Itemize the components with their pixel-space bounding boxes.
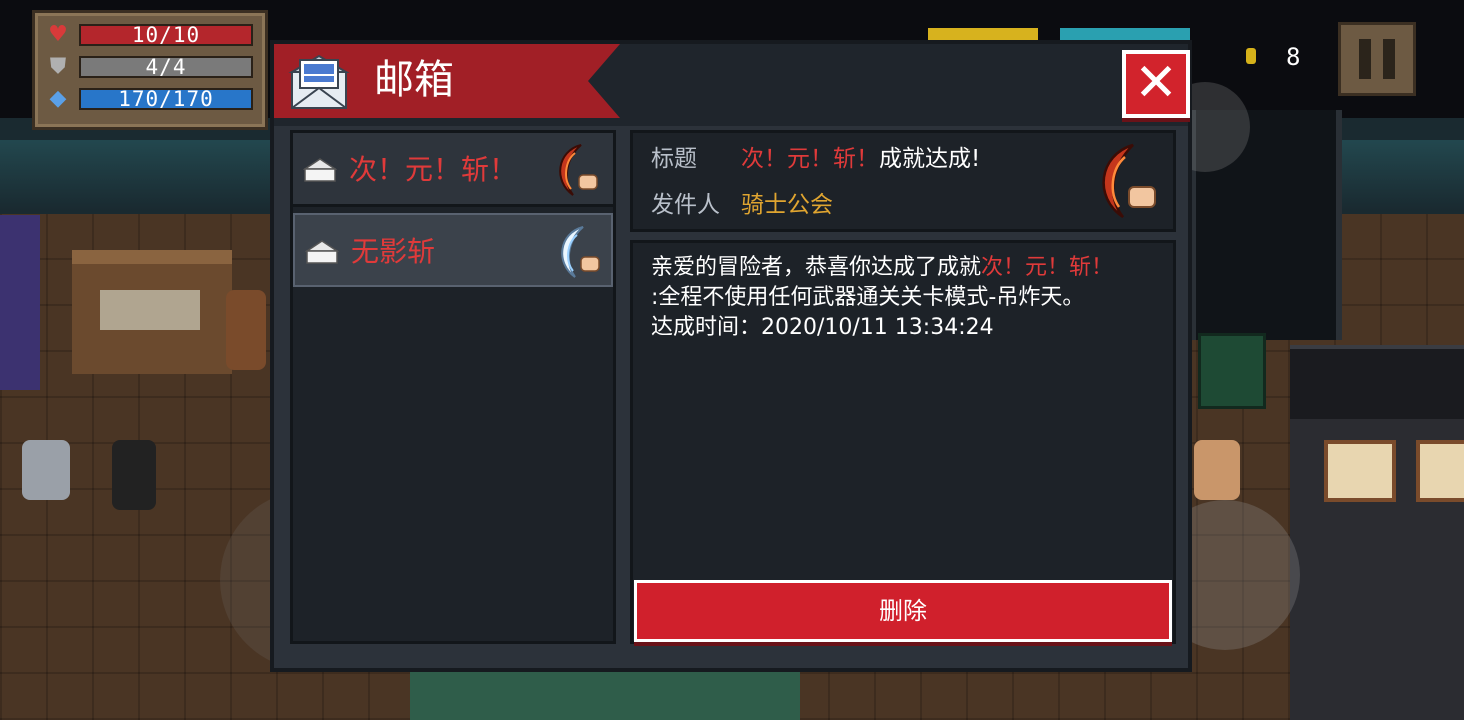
- mail-icon: [288, 54, 350, 109]
- mail-detail-header: 标题 次！元！斩！成就达成! 发件人 骑士公会: [630, 130, 1176, 232]
- subject-label: 标题: [651, 146, 697, 172]
- red-crescent-blade-icon: [1102, 143, 1156, 219]
- pause-icon: [1383, 39, 1395, 79]
- mail-list-item[interactable]: 次！元！斩！: [293, 133, 613, 207]
- mail-list-item-selected[interactable]: 无影斩: [293, 213, 613, 287]
- close-button[interactable]: ✕: [1122, 50, 1190, 118]
- body-line-3: 达成时间：2020/10/11 13:34:24: [651, 315, 994, 340]
- hp-bar: 10/10: [79, 24, 253, 46]
- envelope-icon: [305, 240, 339, 264]
- energy-bar: 170/170: [79, 88, 253, 110]
- background-frame: [1416, 440, 1464, 502]
- mail-body-text: 亲爱的冒险者，恭喜你达成了成就次！元！斩！ :全程不使用任何武器通关关卡模式-吊…: [651, 253, 1161, 343]
- background-robot: [22, 440, 70, 500]
- envelope-icon: [303, 158, 337, 182]
- body-achievement-name: 次！元！斩！: [981, 255, 1114, 280]
- background-shelf: [1290, 345, 1464, 419]
- gold-count: 8: [1286, 43, 1301, 71]
- shield-icon: ⛊: [49, 54, 67, 79]
- delete-button[interactable]: 删除: [634, 580, 1172, 642]
- body-line-2: :全程不使用任何武器通关关卡模式-吊炸天。: [651, 285, 1085, 310]
- subject-highlight: 次！元！斩！: [741, 146, 879, 172]
- background-green-crate: [1198, 333, 1266, 409]
- title-ribbon: 邮箱: [274, 44, 620, 118]
- background-bottom-rug: [410, 668, 800, 720]
- background-papers: [100, 290, 200, 330]
- heart-icon: ♥: [48, 22, 68, 47]
- hp-row: ♥ 10/10: [43, 23, 257, 47]
- pause-icon: [1359, 39, 1371, 79]
- sender-label: 发件人: [651, 192, 720, 218]
- background-officer: [1194, 440, 1240, 500]
- sender-value: 骑士公会: [741, 192, 833, 218]
- red-crescent-blade-icon: [559, 144, 598, 196]
- subject-rest: 成就达成!: [879, 146, 981, 172]
- energy-row: ◆ 170/170: [43, 87, 257, 111]
- coin-icon: [1246, 48, 1256, 64]
- mail-item-label: 次！元！斩！: [349, 153, 518, 186]
- mail-list: 次！元！斩！ 无影斩: [290, 130, 616, 644]
- subject-value: 次！元！斩！成就达成!: [741, 141, 980, 177]
- armor-bar: 4/4: [79, 56, 253, 78]
- white-crescent-blade-icon: [561, 226, 600, 278]
- mailbox-dialog: 邮箱 ✕ 次！元！斩！ 无影斩 标题 次！元！斩！成就达成! 发件人 骑士公会 …: [270, 40, 1192, 672]
- background-vending-machine: [0, 215, 40, 390]
- mail-item-label: 无影斩: [351, 235, 436, 268]
- body-line-1-prefix: 亲爱的冒险者，恭喜你达成了成就: [651, 255, 982, 280]
- player-stats-panel: ♥ 10/10 ⛊ 4/4 ◆ 170/170: [32, 10, 268, 130]
- dialog-title: 邮箱: [374, 57, 454, 103]
- armor-row: ⛊ 4/4: [43, 55, 257, 79]
- body-line-1: 亲爱的冒险者，恭喜你达成了成就次！元！斩！: [651, 253, 1161, 283]
- background-npc: [226, 290, 266, 370]
- diamond-icon: ◆: [49, 86, 67, 111]
- background-frame: [1324, 440, 1396, 502]
- background-bunny-character: [112, 440, 156, 510]
- pause-button[interactable]: [1338, 22, 1416, 96]
